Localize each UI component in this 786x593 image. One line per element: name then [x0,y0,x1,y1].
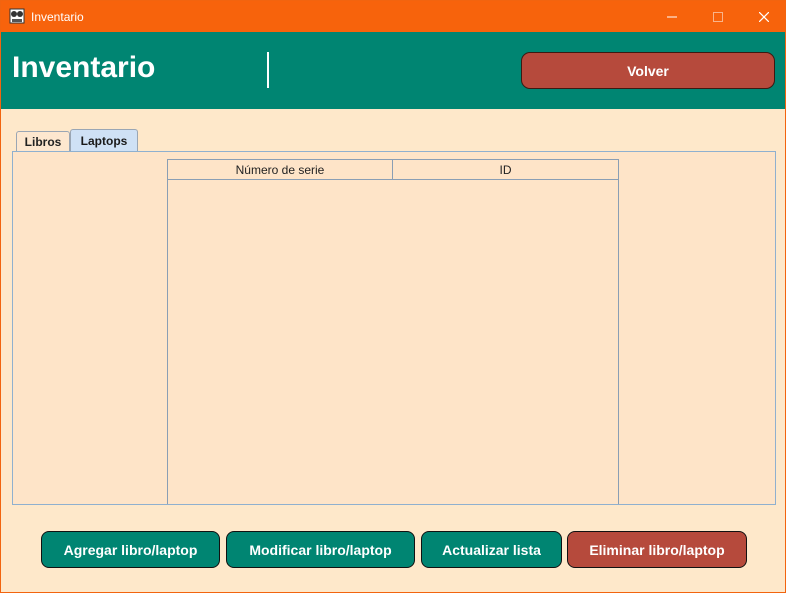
laptops-tab-panel: Número de serie ID [12,151,776,505]
maximize-icon [713,11,723,22]
title-bar[interactable]: Inventario [1,1,785,32]
close-button[interactable] [741,1,786,32]
java-app-icon [9,8,25,24]
delete-item-button[interactable]: Eliminar libro/laptop [567,531,747,568]
laptops-table[interactable]: Número de serie ID [167,159,619,504]
window-title: Inventario [31,10,84,24]
minimize-icon [667,16,677,17]
header-divider [267,52,269,88]
tab-libros[interactable]: Libros [16,131,70,152]
tab-laptops[interactable]: Laptops [70,129,138,152]
column-header-serial-number[interactable]: Número de serie [168,160,393,179]
add-item-button[interactable]: Agregar libro/laptop [41,531,220,568]
table-header: Número de serie ID [168,159,618,180]
app-window: Inventario Inventario Volver Libros Lapt… [0,0,786,593]
modify-item-button[interactable]: Modificar libro/laptop [226,531,415,568]
maximize-button[interactable] [695,1,741,32]
minimize-button[interactable] [649,1,695,32]
column-header-id[interactable]: ID [393,160,618,179]
back-button[interactable]: Volver [521,52,775,89]
page-title: Inventario [12,51,156,84]
refresh-list-button[interactable]: Actualizar lista [421,531,562,568]
header-bar: Inventario Volver [1,32,785,109]
close-icon [759,11,769,22]
